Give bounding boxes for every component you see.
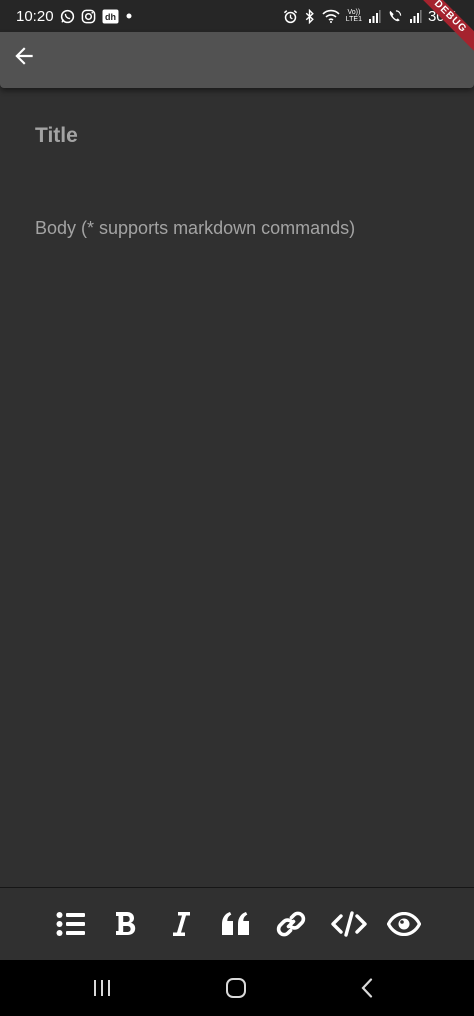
status-time: 10:20 <box>16 7 54 25</box>
italic-icon <box>171 911 191 937</box>
home-button[interactable] <box>221 974 251 1002</box>
code-button[interactable] <box>331 906 367 942</box>
link-button[interactable] <box>273 906 309 942</box>
more-notifications-dot-icon <box>125 12 133 20</box>
back-icon <box>360 978 374 998</box>
alarm-icon <box>283 9 298 24</box>
system-back-button[interactable] <box>352 974 382 1002</box>
instagram-icon <box>81 9 96 24</box>
wifi-icon <box>322 9 340 23</box>
svg-text:dh: dh <box>105 12 116 22</box>
eye-icon <box>387 912 421 936</box>
markdown-toolbar <box>0 888 474 960</box>
network-type-label: Vo)) LTE1 <box>346 9 362 23</box>
app-notification-icon: dh <box>102 9 119 24</box>
signal-strength-icon <box>368 9 381 23</box>
status-left: 10:20 dh <box>16 8 133 25</box>
back-button[interactable] <box>6 38 42 74</box>
status-bar: 10:20 dh Vo)) LTE1 <box>0 0 474 32</box>
lte-label: LTE1 <box>345 16 362 23</box>
bold-button[interactable] <box>108 906 144 942</box>
link-icon <box>276 909 306 939</box>
bulleted-list-icon <box>56 911 86 937</box>
quote-button[interactable] <box>218 906 254 942</box>
app-bar <box>0 32 474 88</box>
code-icon <box>331 911 367 937</box>
quote-icon <box>221 911 251 937</box>
preview-button[interactable] <box>386 906 422 942</box>
signal-strength-2-icon <box>409 9 422 23</box>
status-right: Vo)) LTE1 30% <box>283 8 458 25</box>
list-button[interactable] <box>53 906 89 942</box>
body-input[interactable]: Body (* supports markdown commands) <box>35 214 445 244</box>
whatsapp-icon <box>60 9 75 24</box>
note-editor-screen: 10:20 dh Vo)) LTE1 DEBUG Title Body (* s… <box>0 0 474 1016</box>
system-navigation-bar <box>0 960 474 1016</box>
arrow-back-icon <box>11 43 37 69</box>
wifi-calling-icon <box>387 9 403 24</box>
recents-icon <box>92 979 112 997</box>
bluetooth-icon <box>304 8 316 24</box>
home-icon <box>225 977 247 999</box>
italic-button[interactable] <box>163 906 199 942</box>
volte-label: Vo)) <box>347 9 361 16</box>
bold-icon <box>115 911 137 937</box>
recents-button[interactable] <box>87 974 117 1002</box>
title-input[interactable]: Title <box>35 120 435 152</box>
